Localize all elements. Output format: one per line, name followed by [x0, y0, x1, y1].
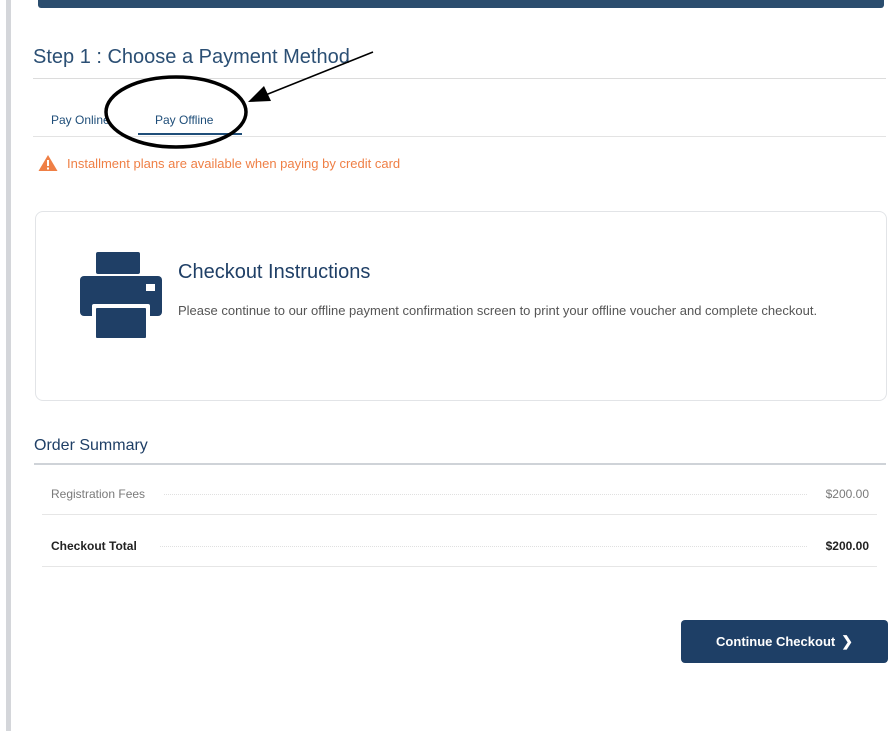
- registration-fees-value: $200.00: [825, 487, 869, 501]
- order-summary-title: Order Summary: [34, 437, 148, 454]
- annotation-arrow-line: [257, 51, 374, 99]
- checkout-instructions-title: Checkout Instructions: [178, 261, 371, 283]
- continue-checkout-label: Continue Checkout: [716, 634, 836, 649]
- dot-leader: [164, 494, 807, 495]
- checkout-total-label: Checkout Total: [51, 539, 137, 553]
- dot-leader: [160, 546, 807, 547]
- installment-notice-text: Installment plans are available when pay…: [67, 155, 401, 171]
- installment-notice: Installment plans are available when pay…: [38, 153, 400, 173]
- registration-fees-label: Registration Fees: [51, 487, 146, 501]
- summary-row-registration-fees: Registration Fees $200.00: [42, 480, 877, 515]
- continue-checkout-button[interactable]: Continue Checkout ❯: [681, 620, 888, 663]
- checkout-instructions-text: Please continue to our offline payment c…: [178, 303, 818, 318]
- summary-row-checkout-total: Checkout Total $200.00: [42, 532, 877, 567]
- annotation-arrowhead: [248, 86, 271, 102]
- warning-icon: [38, 155, 58, 171]
- checkout-total-value: $200.00: [825, 539, 869, 553]
- annotation-ellipse: [104, 75, 248, 149]
- printer-icon: [80, 252, 162, 338]
- order-summary-divider: [34, 463, 886, 465]
- chevron-right-icon: ❯: [841, 633, 853, 649]
